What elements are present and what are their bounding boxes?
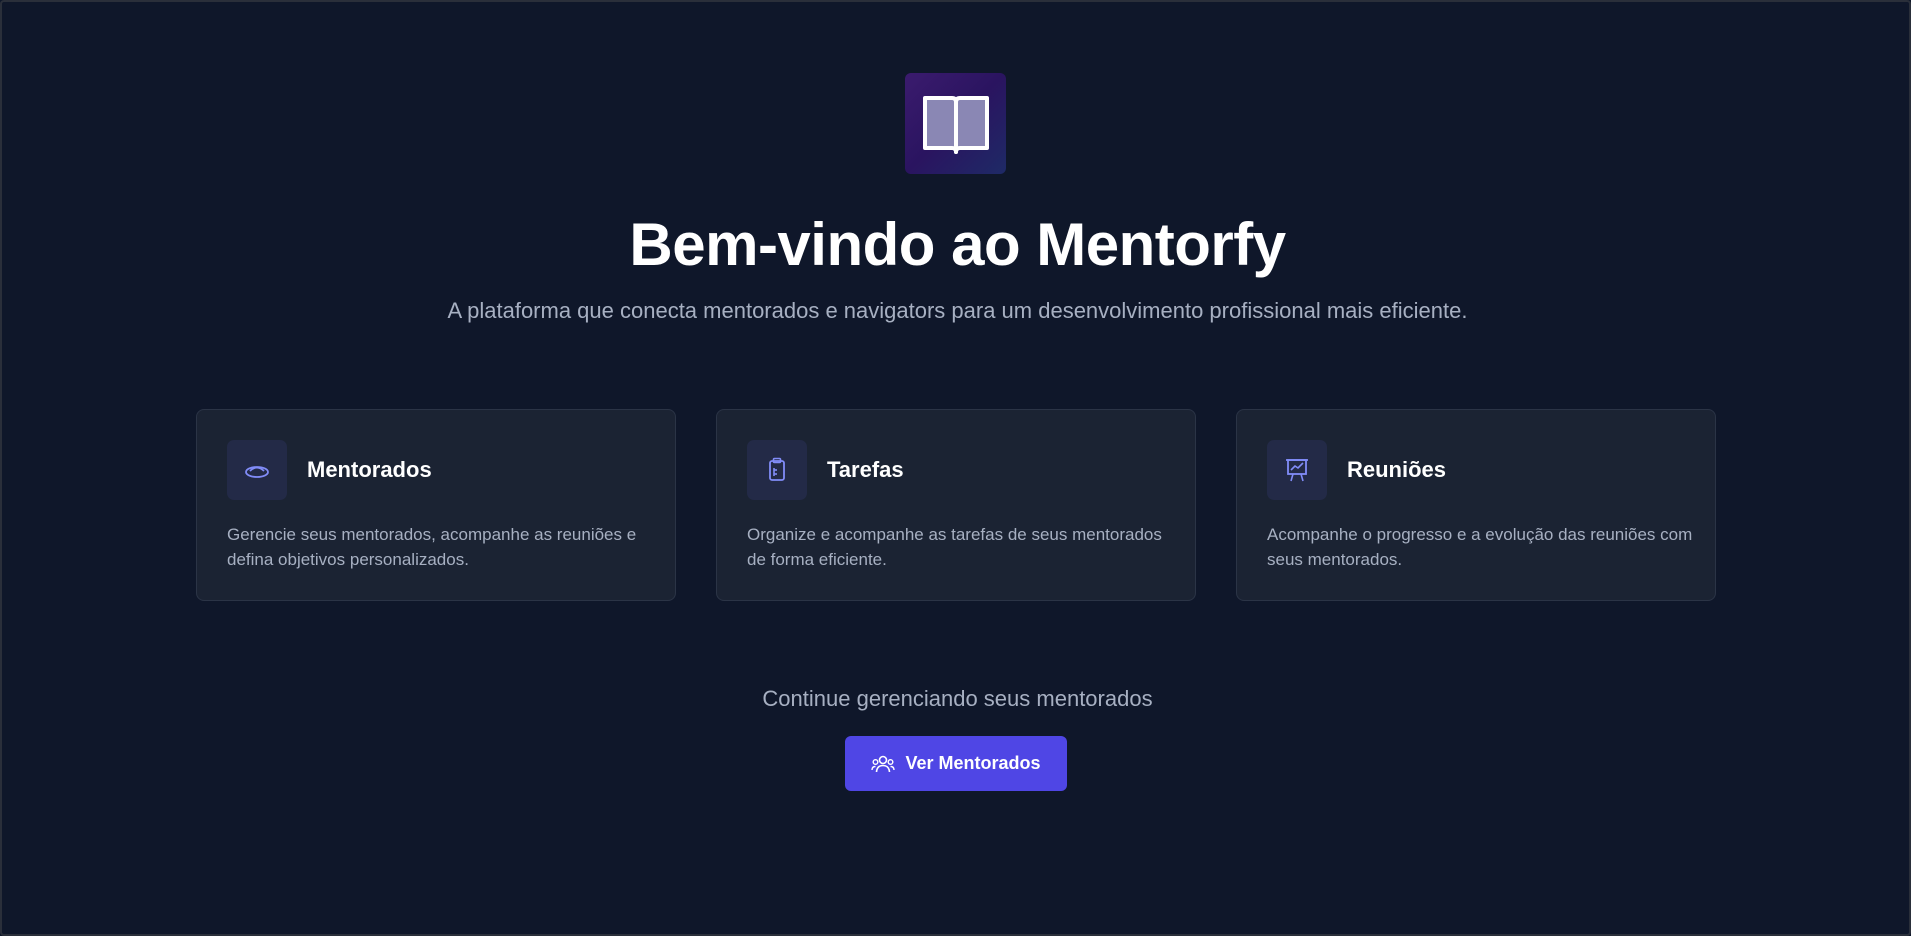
ver-mentorados-label: Ver Mentorados: [905, 753, 1041, 773]
app-logo: [905, 73, 1006, 174]
feature-icon-box: [1267, 440, 1327, 500]
feature-description: Organize e acompanhe as tarefas de seus …: [747, 525, 1162, 569]
clipboard-icon: [769, 457, 785, 481]
feature-title: Tarefas: [827, 457, 904, 482]
presentation-chart-icon: [1286, 459, 1308, 482]
ver-mentorados-button[interactable]: Ver Mentorados: [845, 736, 1067, 791]
mentee-icon: [245, 466, 269, 478]
open-book-icon: [922, 95, 989, 154]
app-window: Bem-vindo ao Mentorfy A plataforma que c…: [0, 0, 1911, 936]
cta-text: Continue gerenciando seus mentorados: [762, 686, 1153, 711]
feature-card-mentorados: Mentorados Gerencie seus mentorados, aco…: [196, 409, 676, 601]
page-title: Bem-vindo ao Mentorfy: [629, 211, 1286, 278]
feature-card-tarefas: Tarefas Organize e acompanhe as tarefas …: [716, 409, 1196, 601]
feature-description: Gerencie seus mentorados, acompanhe as r…: [227, 525, 637, 569]
feature-card-reunioes: Reuniões Acompanhe o progresso e a evolu…: [1236, 409, 1716, 601]
feature-title: Reuniões: [1347, 457, 1447, 482]
users-icon: [871, 755, 896, 772]
feature-title: Mentorados: [307, 457, 432, 482]
page-subtitle: A plataforma que conecta mentorados e na…: [447, 298, 1468, 323]
feature-icon-box: [747, 440, 807, 500]
feature-description: Acompanhe o progresso e a evolução das r…: [1267, 525, 1693, 569]
feature-icon-box: [227, 440, 287, 500]
